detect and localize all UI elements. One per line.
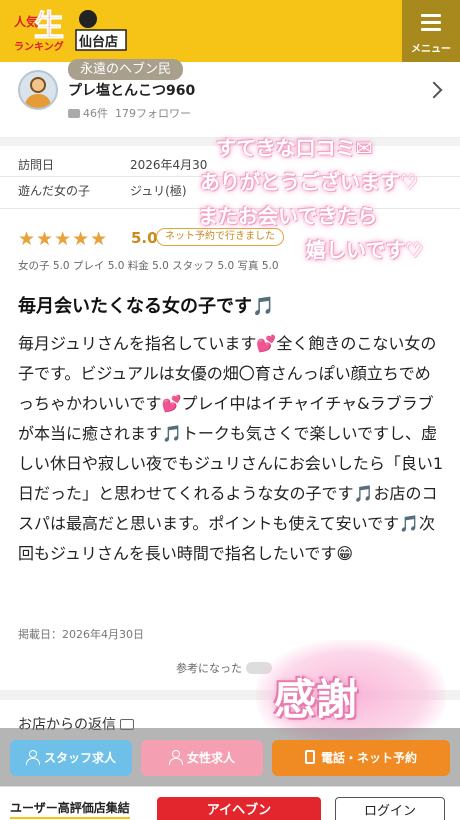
action-bar: スタッフ求人 女性求人 電話・ネット予約 [0, 728, 460, 786]
review-body: 毎月ジュリさんを指名しています💕全く飽きのこない女の子です。ビジュアルは女優の畑… [18, 334, 444, 563]
person-icon [168, 750, 183, 765]
avatar-body-icon [25, 94, 51, 108]
avatar-face-icon [30, 77, 46, 93]
person-icon [25, 750, 40, 765]
site-logo[interactable]: 人気 生 ランキング 仙台店 [12, 6, 130, 56]
svg-text:ランキング: ランキング [14, 40, 64, 53]
reserve-label: 電話・ネット予約 [320, 751, 417, 765]
app-button[interactable]: アイヘブン [157, 797, 321, 820]
rating-score: 5.0 [131, 229, 158, 247]
login-button[interactable]: ログイン [335, 797, 445, 820]
staff-recruit-button[interactable]: スタッフ求人 [10, 740, 132, 776]
thanks-sticker: すてきな口コミ✉ ありがとうございます♡ またお会いできたら 嬉しいです♡ [190, 128, 458, 284]
female-recruit-button[interactable]: 女性求人 [141, 740, 263, 776]
svg-text:生: 生 [34, 9, 64, 44]
reviewer-name[interactable]: プレ塩とんこつ960 [68, 80, 195, 100]
review-count: 46件 [83, 107, 108, 120]
staff-recruit-label: スタッフ求人 [43, 751, 116, 765]
avatar [18, 70, 58, 110]
visited-girl-label: 遊んだ女の子 [18, 184, 91, 198]
menu-label: メニュー [411, 44, 451, 55]
site-header: 人気 生 ランキング 仙台店 メニュー [0, 0, 460, 62]
phone-icon [304, 750, 315, 764]
chevron-right-icon[interactable] [425, 81, 443, 99]
visit-date-row: 訪問日 2026年4月30 [18, 156, 207, 173]
follower-count: 179フォロワー [115, 107, 191, 120]
visit-date-label: 訪問日 [18, 158, 55, 172]
menu-button[interactable]: メニュー [402, 0, 460, 62]
kansha-text: 感謝 [274, 675, 359, 724]
helpful-label: 参考になった [176, 662, 242, 675]
bottom-strip: ユーザー高評価店集結 アイヘブン ログイン [0, 786, 460, 820]
bottom-title: ユーザー高評価店集結 [10, 799, 130, 819]
review-title: 毎月会いたくなる女の子です🎵 [18, 296, 275, 317]
comment-icon [68, 109, 80, 118]
reserve-button[interactable]: 電話・ネット予約 [272, 740, 450, 776]
visited-girl-value[interactable]: ジュリ(極) [130, 182, 187, 199]
sticker-line-2: ありがとうございます♡ [200, 170, 418, 194]
sticker-line-3: またお会いできたら [198, 204, 378, 228]
posted-date: 掲載日：2026年4月30日 [18, 628, 144, 641]
reviewer-card[interactable]: 永遠のヘブン民 プレ塩とんこつ960 46件 179フォロワー [0, 59, 460, 138]
rank-badge: 永遠のヘブン民 [68, 59, 184, 80]
svg-text:仙台店: 仙台店 [79, 34, 118, 50]
visited-girl-row: 遊んだ女の子 ジュリ(極) [18, 182, 187, 199]
sticker-line-4: 嬉しいです♡ [306, 238, 424, 262]
reviewer-stats: 46件 179フォロワー [68, 105, 191, 121]
star-rating: ★★★★★ [18, 228, 109, 250]
female-recruit-label: 女性求人 [186, 751, 235, 765]
sticker-line-1: すてきな口コミ✉ [216, 136, 373, 160]
hamburger-icon [421, 14, 441, 35]
